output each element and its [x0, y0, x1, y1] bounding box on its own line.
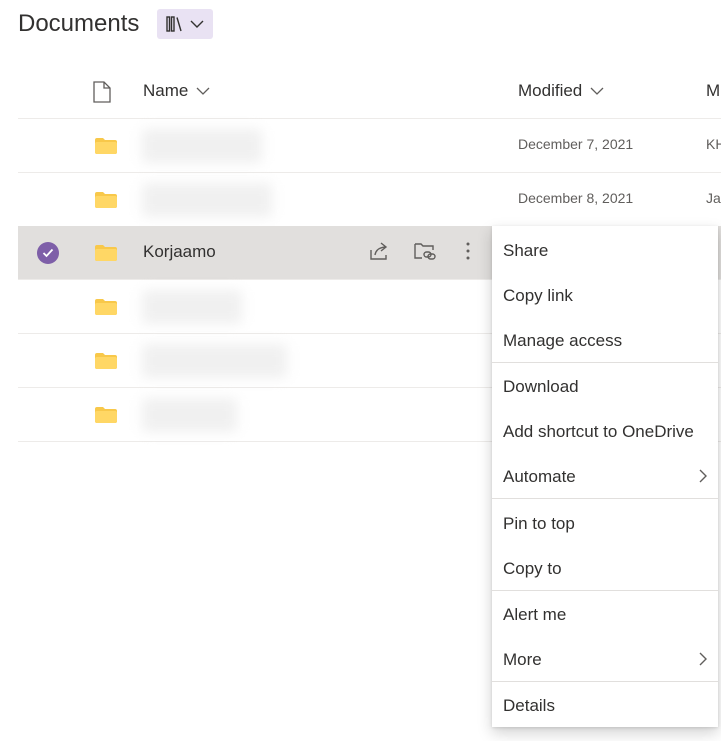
copy-link-icon[interactable]: [413, 240, 437, 262]
chevron-down-icon: [190, 20, 204, 28]
modified-date: December 8, 2021: [518, 190, 634, 206]
menu-divider: [492, 681, 718, 682]
column-header-modified-by[interactable]: M: [706, 81, 720, 101]
menu-item-label: Manage access: [503, 330, 623, 350]
context-menu: Share Copy link Manage access Download A…: [492, 226, 718, 727]
modified-by: KH: [706, 136, 721, 152]
redacted-name: [142, 129, 262, 163]
folder-icon: [95, 192, 117, 208]
row-name[interactable]: Korjaamo: [143, 242, 216, 262]
folder-icon: [95, 407, 117, 423]
column-header-name-label: Name: [143, 81, 189, 100]
modified-by: Jar: [706, 190, 721, 206]
menu-item-label: Pin to top: [503, 513, 575, 533]
column-header-row: Name Modified M: [18, 65, 721, 119]
share-icon[interactable]: [368, 240, 390, 262]
redacted-name: [142, 344, 287, 378]
menu-item-pin-to-top[interactable]: Pin to top: [492, 501, 718, 546]
menu-item-label: Add shortcut to OneDrive: [503, 421, 694, 441]
chevron-down-icon: [196, 87, 210, 95]
folder-icon: [95, 245, 117, 261]
selected-check-icon[interactable]: [37, 242, 59, 264]
menu-divider: [492, 362, 718, 363]
chevron-down-icon: [590, 87, 604, 95]
menu-item-label: Copy link: [503, 285, 573, 305]
redacted-name: [142, 183, 272, 217]
page-title: Documents: [18, 10, 140, 37]
menu-item-alert-me[interactable]: Alert me: [492, 592, 718, 637]
chevron-right-icon: [699, 469, 707, 483]
menu-item-label: Share: [503, 240, 549, 260]
table-row[interactable]: December 7, 2021 KH: [18, 119, 721, 173]
folder-icon: [95, 353, 117, 369]
chevron-right-icon: [699, 652, 707, 666]
menu-divider: [492, 590, 718, 591]
library-icon: [166, 16, 182, 32]
column-header-name[interactable]: Name: [143, 81, 210, 101]
modified-date: December 7, 2021: [518, 136, 634, 152]
folder-icon: [95, 299, 117, 315]
menu-item-manage-access[interactable]: Manage access: [492, 318, 718, 363]
menu-item-more[interactable]: More: [492, 637, 718, 682]
column-header-modified-label: Modified: [518, 81, 583, 100]
menu-item-copy-to[interactable]: Copy to: [492, 546, 718, 591]
menu-divider: [492, 498, 718, 499]
menu-item-details[interactable]: Details: [492, 683, 718, 728]
table-row[interactable]: December 8, 2021 Jar: [18, 173, 721, 227]
column-header-modified[interactable]: Modified: [518, 81, 604, 101]
column-header-modified-by-label: M: [706, 81, 721, 100]
menu-item-add-shortcut[interactable]: Add shortcut to OneDrive: [492, 409, 718, 454]
menu-item-label: Details: [503, 695, 555, 715]
menu-item-label: Automate: [503, 466, 576, 486]
folder-icon: [95, 138, 117, 154]
library-view-button[interactable]: [157, 9, 213, 39]
menu-item-share[interactable]: Share: [492, 228, 718, 273]
menu-item-automate[interactable]: Automate: [492, 454, 718, 499]
file-type-icon[interactable]: [93, 81, 111, 103]
menu-item-download[interactable]: Download: [492, 364, 718, 409]
menu-item-label: Download: [503, 376, 579, 396]
more-actions-icon[interactable]: [464, 240, 472, 262]
menu-item-label: Alert me: [503, 604, 567, 624]
menu-item-label: Copy to: [503, 558, 562, 578]
redacted-name: [142, 398, 237, 432]
redacted-name: [142, 290, 242, 324]
menu-item-copy-link[interactable]: Copy link: [492, 273, 718, 318]
menu-item-label: More: [503, 649, 542, 669]
